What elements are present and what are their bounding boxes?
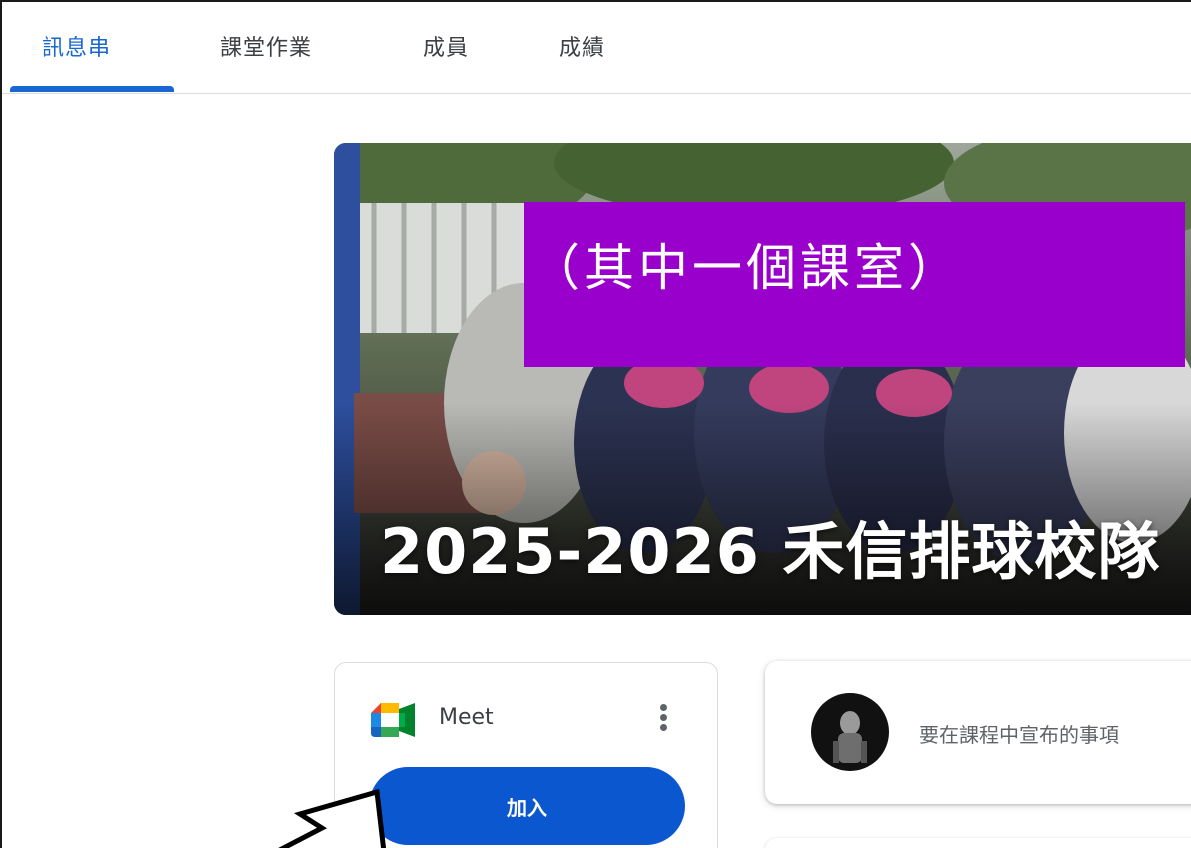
meet-label: Meet <box>439 705 494 730</box>
google-meet-icon <box>371 703 415 737</box>
class-title: 2025-2026 禾信排球校隊 <box>380 515 1161 588</box>
classroom-stream-page: 訊息串 課堂作業 成員 成績 （其中一個課室） 2025-2026 禾信排球校隊… <box>0 0 1191 848</box>
annotation-overlay-box: （其中一個課室） <box>524 202 1185 367</box>
next-post-card <box>765 838 1191 848</box>
annotation-overlay-text: （其中一個課室） <box>530 239 962 297</box>
more-options-icon[interactable] <box>653 701 673 741</box>
tab-people[interactable]: 成員 <box>423 30 469 62</box>
join-meet-button[interactable]: 加入 <box>369 767 685 845</box>
user-avatar <box>811 693 889 771</box>
active-tab-indicator <box>10 86 174 92</box>
tab-grades[interactable]: 成績 <box>559 30 605 62</box>
tab-bar: 訊息串 課堂作業 成員 成績 <box>2 2 1191 94</box>
tab-classwork[interactable]: 課堂作業 <box>220 30 312 62</box>
annotation-arrow-icon <box>278 788 387 848</box>
announcement-placeholder[interactable]: 要在課程中宣布的事項 <box>919 719 1119 748</box>
tab-stream[interactable]: 訊息串 <box>42 30 111 62</box>
announcement-composer[interactable]: 要在課程中宣布的事項 <box>765 661 1191 804</box>
class-banner: （其中一個課室） 2025-2026 禾信排球校隊 <box>334 143 1191 615</box>
